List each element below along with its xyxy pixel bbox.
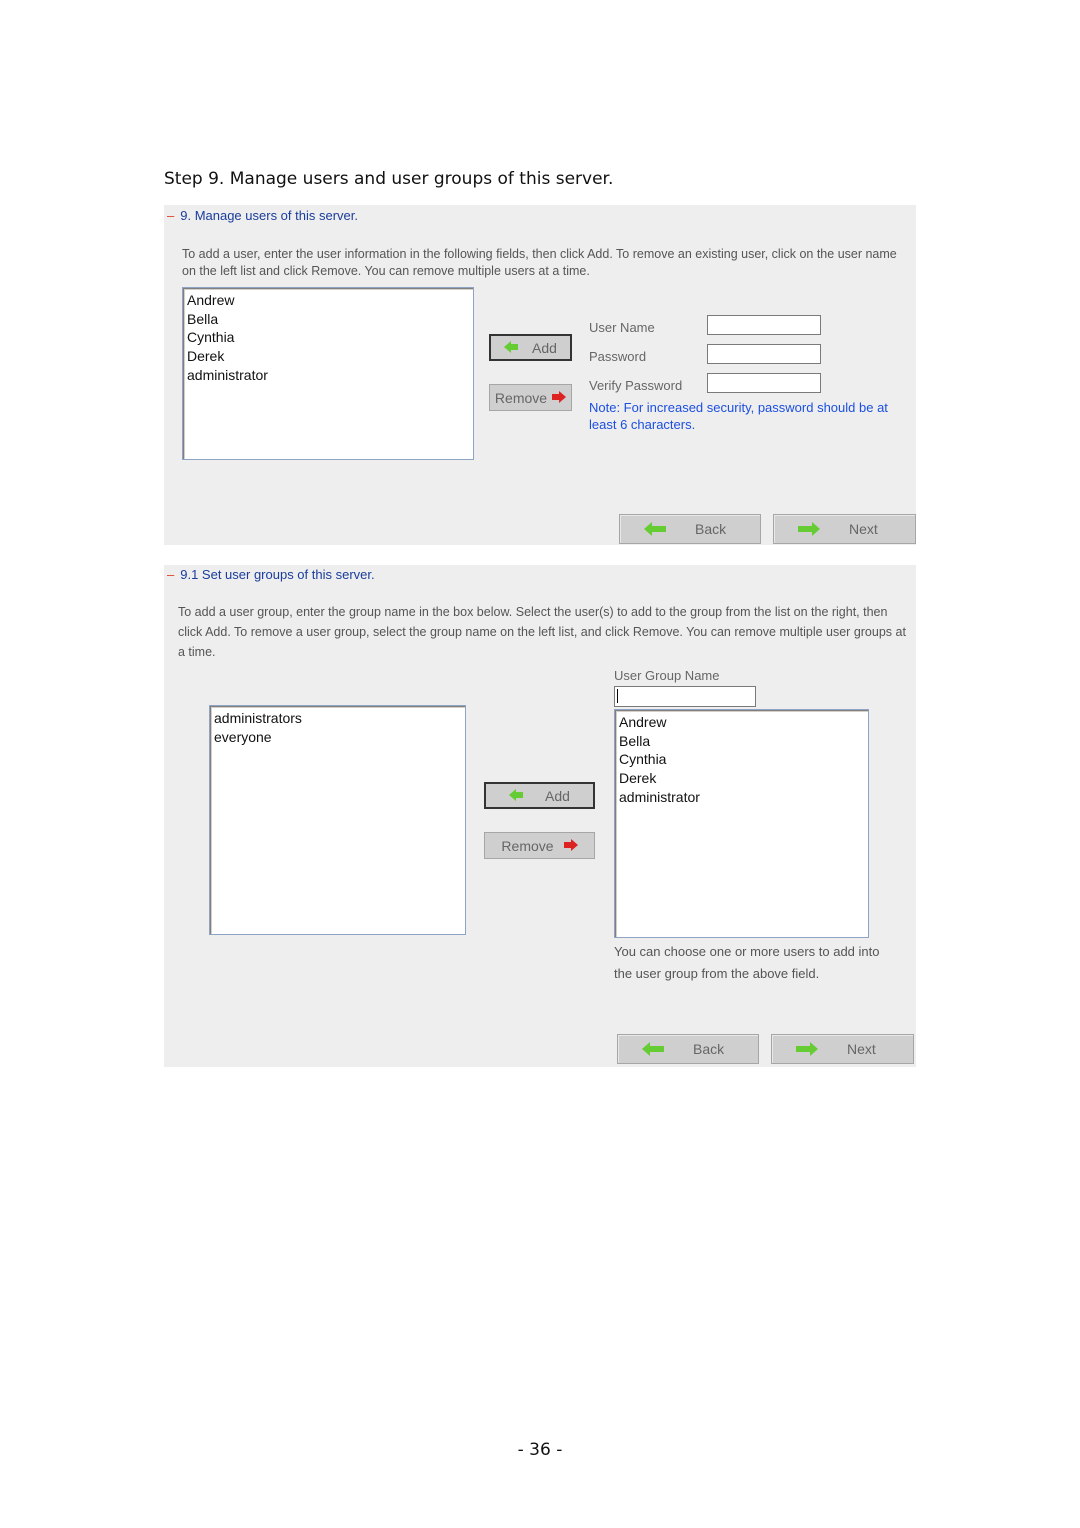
remove-label: Remove — [494, 389, 548, 406]
section-heading-text: 9.1 Set user groups of this server. — [180, 567, 375, 582]
section-heading-text: 9. Manage users of this server. — [180, 208, 358, 223]
next-button[interactable]: Next — [771, 1034, 914, 1064]
section-heading-user-groups[interactable]: –9.1 Set user groups of this server. — [167, 567, 375, 582]
add-user-button[interactable]: Add — [489, 334, 572, 361]
next-button[interactable]: Next — [773, 514, 916, 544]
remove-label: Remove — [501, 837, 554, 854]
list-item[interactable]: Andrew — [619, 713, 864, 732]
list-item[interactable]: everyone — [214, 728, 461, 747]
collapse-icon[interactable]: – — [167, 567, 174, 582]
manage-users-description: To add a user, enter the user informatio… — [182, 247, 897, 278]
verify-password-input[interactable] — [707, 373, 821, 393]
page-number: - 36 - — [517, 1440, 563, 1460]
list-item[interactable]: Bella — [187, 310, 469, 329]
password-input[interactable] — [707, 344, 821, 364]
manage-users-panel: –9. Manage users of this server. To add … — [164, 205, 916, 545]
back-button[interactable]: Back — [619, 514, 761, 544]
user-group-name-label: User Group Name — [614, 668, 720, 683]
user-groups-panel: –9.1 Set user groups of this server. To … — [164, 565, 916, 1067]
group-members-listbox[interactable]: Andrew Bella Cynthia Derek administrator — [614, 709, 869, 938]
verify-password-label: Verify Password — [589, 378, 683, 393]
add-label: Add — [532, 339, 557, 356]
list-item[interactable]: administrators — [214, 709, 461, 728]
user-name-input[interactable] — [707, 315, 821, 335]
arrow-left-icon — [642, 1042, 664, 1059]
step-title: Step 9. Manage users and user groups of … — [164, 169, 614, 189]
add-group-button[interactable]: Add — [484, 782, 595, 809]
users-listbox[interactable]: Andrew Bella Cynthia Derek administrator — [182, 287, 474, 460]
password-security-note: Note: For increased security, password s… — [589, 400, 888, 432]
arrow-right-icon — [563, 838, 578, 854]
back-label: Back — [693, 1041, 725, 1057]
collapse-icon[interactable]: – — [167, 208, 174, 223]
list-item[interactable]: Derek — [187, 347, 469, 366]
arrow-right-icon — [796, 1042, 818, 1059]
list-item[interactable]: administrator — [619, 788, 864, 807]
user-group-name-input[interactable] — [614, 686, 756, 707]
password-label: Password — [589, 349, 647, 364]
back-label: Back — [695, 521, 727, 537]
arrow-left-icon — [644, 522, 666, 539]
user-selection-hint: You can choose one or more users to add … — [614, 944, 880, 981]
back-button[interactable]: Back — [617, 1034, 759, 1064]
list-item[interactable]: administrator — [187, 366, 469, 385]
next-label: Next — [849, 521, 878, 537]
arrow-left-icon — [509, 788, 524, 804]
arrow-right-icon — [798, 522, 820, 539]
remove-group-button[interactable]: Remove — [484, 832, 595, 859]
user-groups-description: To add a user group, enter the group nam… — [178, 605, 906, 659]
arrow-right-icon — [552, 390, 567, 406]
section-heading-manage-users[interactable]: –9. Manage users of this server. — [167, 208, 358, 223]
next-label: Next — [847, 1041, 876, 1057]
user-name-label: User Name — [589, 320, 655, 335]
list-item[interactable]: Andrew — [187, 291, 469, 310]
list-item[interactable]: Cynthia — [187, 328, 469, 347]
list-item[interactable]: Derek — [619, 769, 864, 788]
list-item[interactable]: Cynthia — [619, 750, 864, 769]
groups-listbox[interactable]: administrators everyone — [209, 705, 466, 935]
arrow-left-icon — [504, 340, 519, 356]
add-label: Add — [545, 787, 570, 804]
remove-user-button[interactable]: Remove — [489, 384, 572, 411]
list-item[interactable]: Bella — [619, 732, 864, 751]
text-cursor — [617, 689, 618, 703]
